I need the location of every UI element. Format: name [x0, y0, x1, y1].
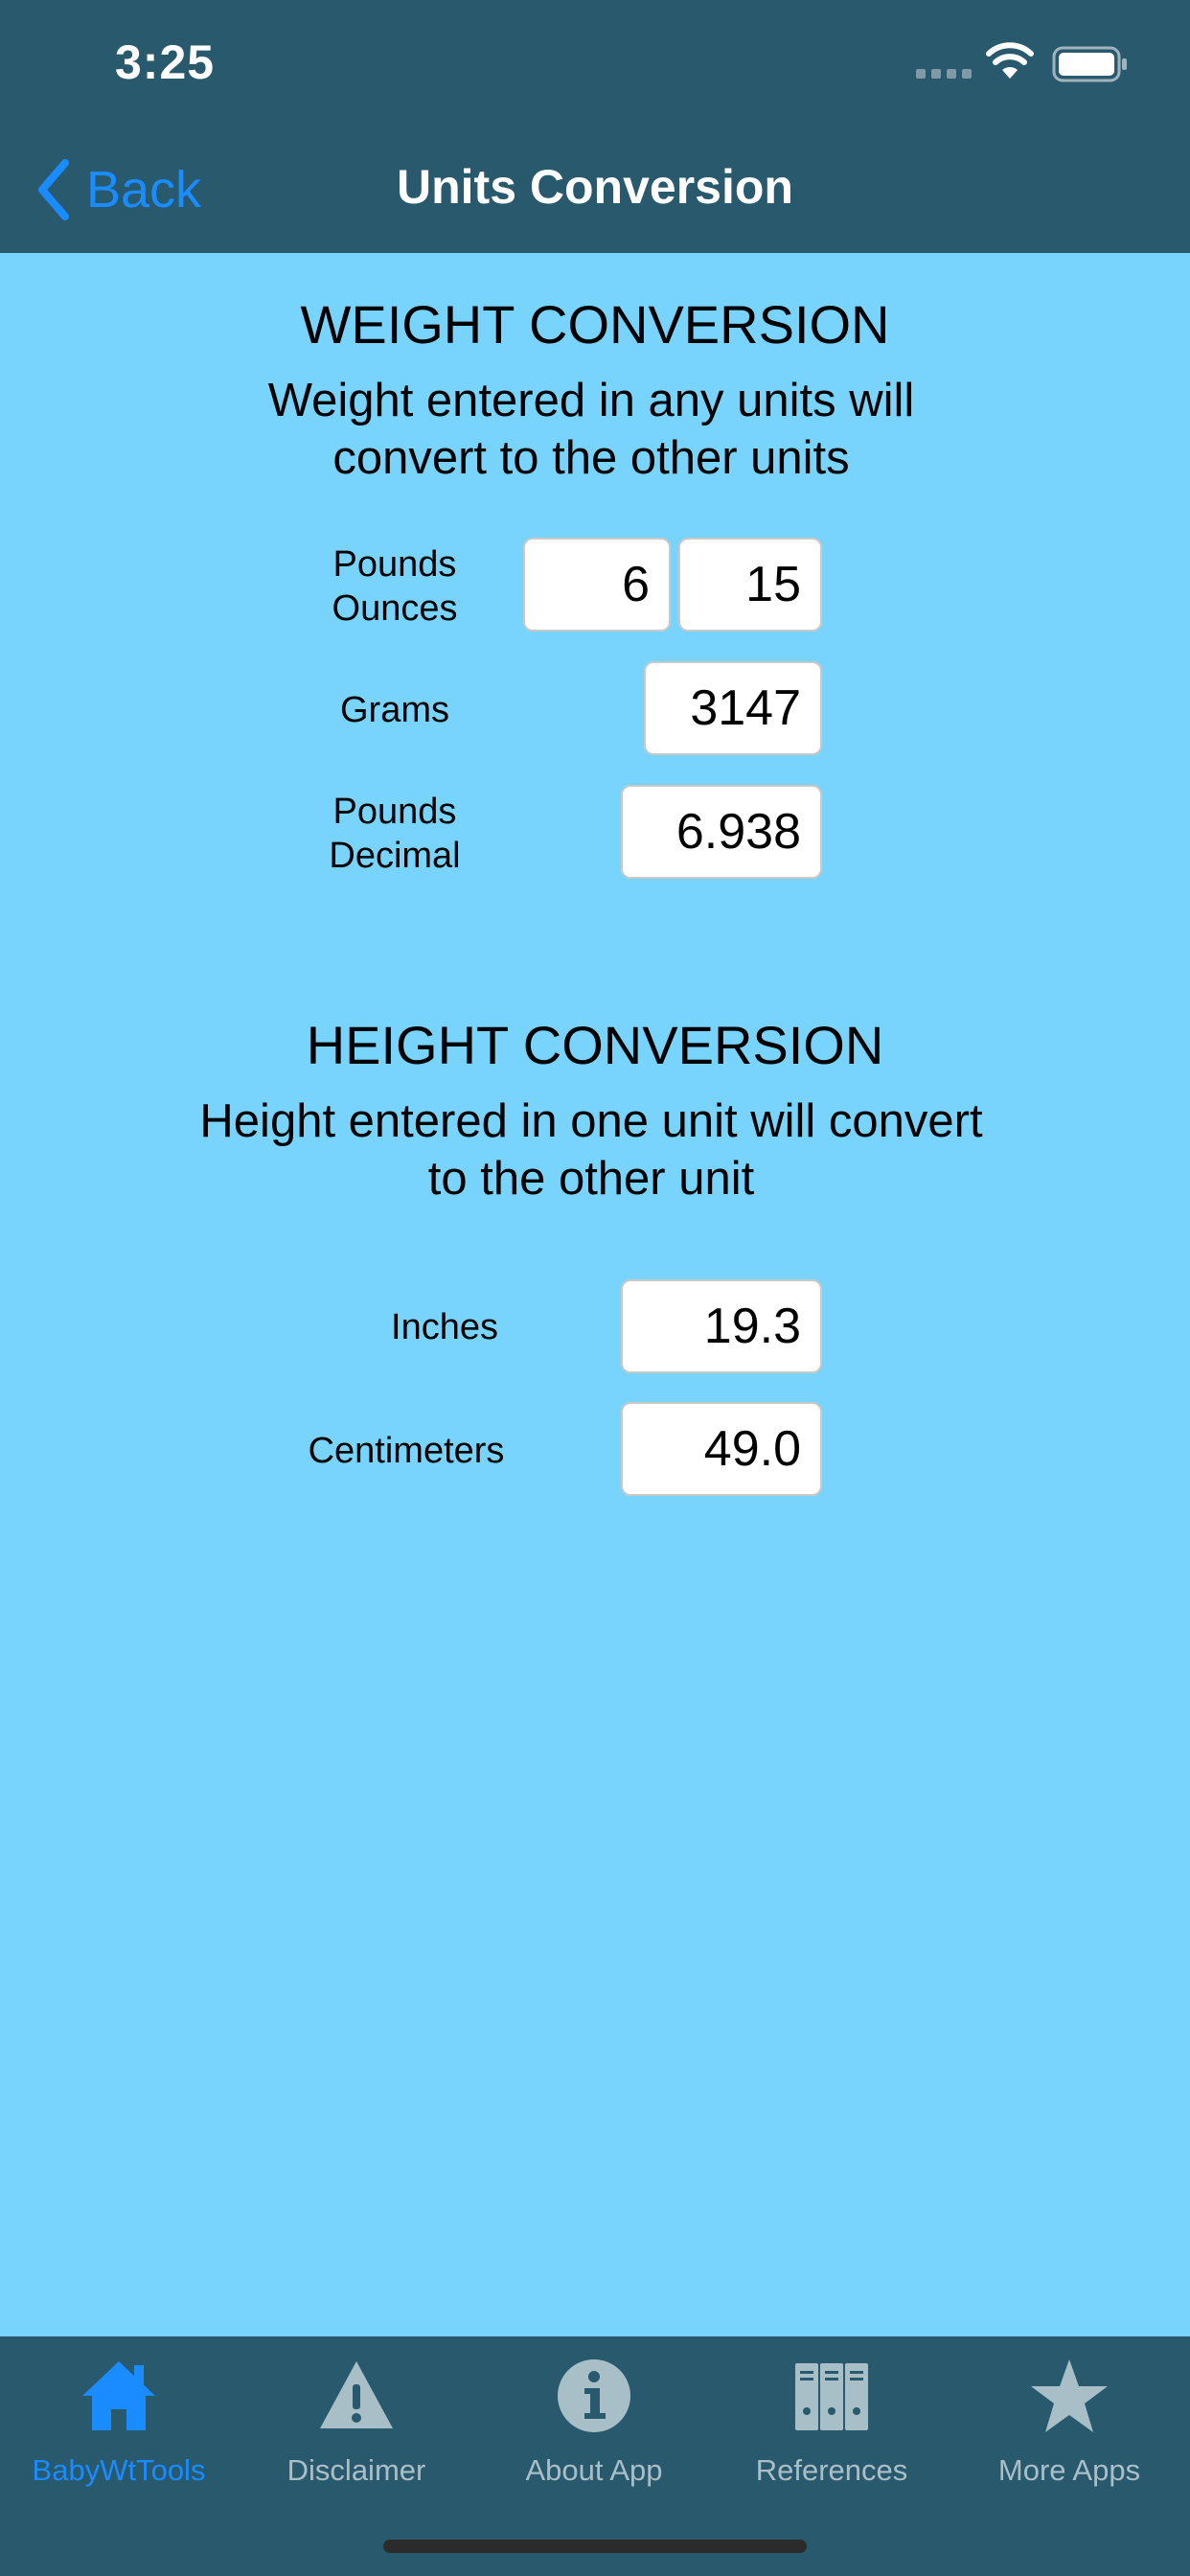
- pounds-label-line: Pounds: [332, 544, 457, 585]
- grams-label: Grams: [340, 690, 449, 730]
- pounds-input[interactable]: [523, 538, 671, 632]
- centimeters-label: Centimeters: [308, 1431, 505, 1471]
- tab-disclaimer[interactable]: Disclaimer: [238, 2336, 475, 2499]
- info-icon: [558, 2359, 630, 2432]
- units-conversion-screen: 3:25 Back Units Conversion WEIGHT CONVER…: [0, 0, 1190, 2576]
- ounces-label-line: Ounces: [332, 588, 458, 629]
- tab-label: Disclaimer: [286, 2453, 426, 2487]
- warning-icon: [320, 2361, 393, 2428]
- home-indicator[interactable]: [383, 2540, 807, 2553]
- ounces-input[interactable]: [678, 538, 822, 632]
- tab-label: About App: [525, 2453, 663, 2487]
- tab-label: More Apps: [997, 2453, 1141, 2487]
- battery-icon: [1052, 46, 1127, 82]
- weight-section-title: WEIGHT CONVERSION: [300, 294, 890, 355]
- pounds-decimal-label-line2: Decimal: [329, 836, 461, 876]
- height-section-title: HEIGHT CONVERSION: [306, 1015, 884, 1075]
- star-icon: [1031, 2359, 1108, 2432]
- binders-icon: [795, 2363, 868, 2430]
- pounds-ounces-label: Pounds Ounces: [299, 542, 491, 631]
- status-time: 3:25: [115, 35, 216, 89]
- inches-label: Inches: [391, 1307, 498, 1347]
- pounds-decimal-label-line1: Pounds: [332, 792, 457, 832]
- inches-input[interactable]: [621, 1279, 822, 1373]
- tab-label: References: [755, 2453, 908, 2487]
- tab-babywttools[interactable]: BabyWtTools: [0, 2336, 238, 2499]
- cellular-signal-icon: [916, 69, 972, 79]
- tab-label: BabyWtTools: [32, 2453, 206, 2487]
- wifi-icon: [986, 42, 1034, 79]
- tab-about-app[interactable]: About App: [475, 2336, 713, 2499]
- height-section-description: Height entered in one unit will convert …: [199, 1095, 983, 1205]
- centimeters-input[interactable]: [621, 1402, 822, 1496]
- pounds-decimal-label: Pounds Decimal: [299, 790, 491, 878]
- tab-references[interactable]: References: [713, 2336, 950, 2499]
- pounds-decimal-input[interactable]: [621, 785, 822, 879]
- grams-input[interactable]: [644, 661, 822, 755]
- home-icon: [82, 2361, 155, 2430]
- weight-section-description: Weight entered in any units will convert…: [267, 375, 915, 484]
- tab-more-apps[interactable]: More Apps: [950, 2336, 1188, 2499]
- page-title: Units Conversion: [397, 160, 793, 214]
- navigation-bar: 3:25 Back Units Conversion: [0, 0, 1190, 253]
